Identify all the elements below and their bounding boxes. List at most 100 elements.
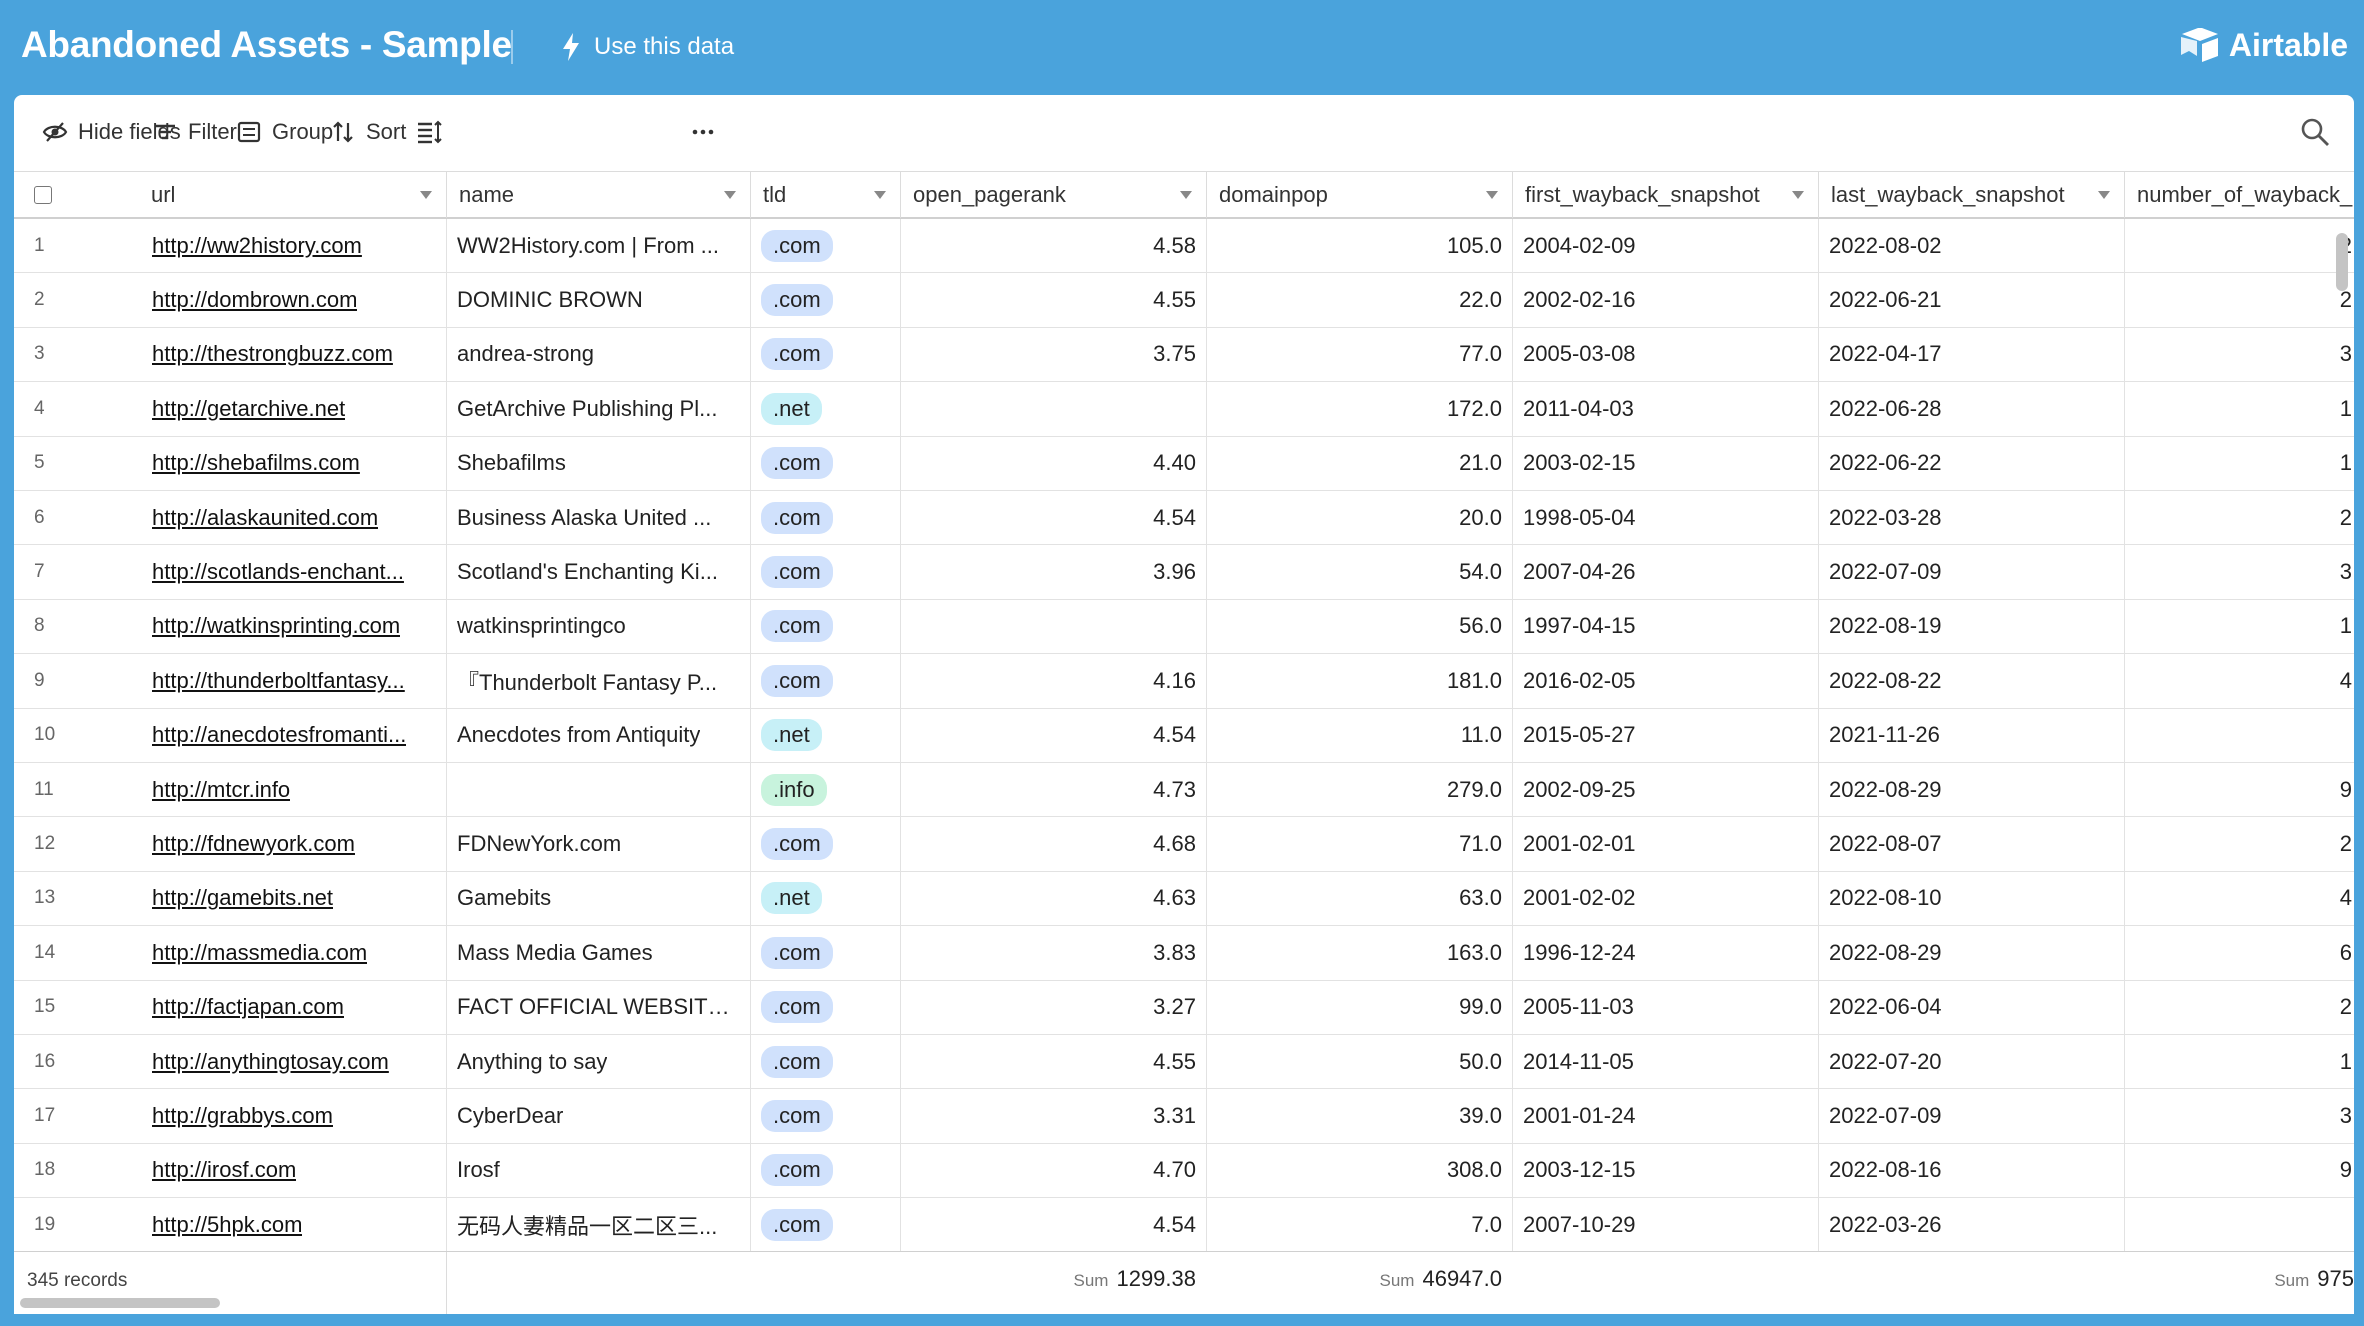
domainpop-cell[interactable]: 163.0 [1207,926,1513,980]
open-pagerank-cell[interactable]: 4.55 [901,273,1207,327]
name-cell[interactable]: FACT OFFICIAL WEBSITE... [447,980,751,1034]
last-wayback-cell[interactable]: 2022-06-04 [1819,980,2125,1034]
url-cell[interactable]: http://irosf.com [139,1143,447,1198]
first-wayback-cell[interactable]: 2016-02-05 [1513,654,1819,708]
url-link[interactable]: http://ww2history.com [152,233,362,259]
last-wayback-cell[interactable]: 2022-07-20 [1819,1035,2125,1089]
url-link[interactable]: http://thunderboltfantasy... [152,668,405,694]
open-pagerank-cell[interactable]: 4.70 [901,1143,1207,1198]
tld-cell[interactable]: .com [751,980,901,1034]
open-pagerank-cell[interactable] [901,599,1207,654]
number-of-wayback-cell[interactable]: 3 [2125,1089,2354,1142]
table-row[interactable]: 1 http://ww2history.com WW2History.com | F… [14,219,2354,274]
table-row[interactable]: 14 http://massmedia.com Mass Media Games .c… [14,926,2354,981]
open-pagerank-cell[interactable]: 4.54 [901,1198,1207,1251]
last-wayback-cell[interactable]: 2021-11-26 [1819,708,2125,762]
wayback-count-sum[interactable]: Sum 975 [2274,1266,2354,1292]
url-cell[interactable]: http://alaskaunited.com [139,491,447,545]
number-of-wayback-cell[interactable]: 2 [2125,273,2354,326]
column-header-name[interactable]: name [447,172,751,218]
pagerank-sum[interactable]: Sum 1299.38 [1074,1266,1197,1292]
chevron-down-icon[interactable] [1486,191,1498,199]
open-pagerank-cell[interactable]: 4.16 [901,654,1207,708]
tld-cell[interactable]: .com [751,1198,901,1251]
domainpop-cell[interactable]: 54.0 [1207,545,1513,599]
table-row[interactable]: 12 http://fdnewyork.com FDNewYork.com .com 4… [14,817,2354,872]
first-wayback-cell[interactable]: 2003-12-15 [1513,1143,1819,1198]
domainpop-cell[interactable]: 99.0 [1207,980,1513,1034]
table-row[interactable]: 7 http://scotlands-enchant... Scotland's E… [14,545,2354,600]
column-header-number-of-wayback[interactable]: number_of_wayback_ [2125,172,2354,218]
url-cell[interactable]: http://thestrongbuzz.com [139,327,447,382]
domainpop-cell[interactable]: 20.0 [1207,491,1513,545]
name-cell[interactable]: 无码人妻精品一区二区三... [447,1198,751,1251]
table-row[interactable]: 3 http://thestrongbuzz.com andrea-strong .c… [14,327,2354,383]
url-link[interactable]: http://anecdotesfromanti... [152,722,406,748]
url-cell[interactable]: http://mtcr.info [139,763,447,817]
last-wayback-cell[interactable]: 2022-03-28 [1819,491,2125,545]
open-pagerank-cell[interactable]: 3.27 [901,980,1207,1034]
last-wayback-cell[interactable]: 2022-03-26 [1819,1198,2125,1251]
name-cell[interactable]: watkinsprintingco [447,599,751,654]
url-link[interactable]: http://gamebits.net [152,885,333,911]
url-link[interactable]: http://getarchive.net [152,396,345,422]
domainpop-cell[interactable]: 71.0 [1207,817,1513,871]
url-link[interactable]: http://thestrongbuzz.com [152,341,393,367]
first-wayback-cell[interactable]: 2005-11-03 [1513,980,1819,1034]
last-wayback-cell[interactable]: 2022-08-10 [1819,871,2125,926]
number-of-wayback-cell[interactable]: 2 [2125,981,2354,1034]
column-header-domainpop[interactable]: domainpop [1207,172,1513,218]
table-row[interactable]: 13 http://gamebits.net Gamebits .net 4.63 63.… [14,871,2354,927]
url-link[interactable]: http://alaskaunited.com [152,505,378,531]
name-cell[interactable]: Irosf [447,1143,751,1198]
name-cell[interactable]: Anything to say [447,1035,751,1089]
tld-cell[interactable]: .net [751,708,901,762]
first-wayback-cell[interactable]: 2015-05-27 [1513,708,1819,762]
table-row[interactable]: 2 http://dombrown.com DOMINIC BROWN .com 4.5… [14,273,2354,328]
table-row[interactable]: 8 http://watkinsprinting.com watkinsprinti… [14,599,2354,655]
chevron-down-icon[interactable] [724,191,736,199]
chevron-down-icon[interactable] [420,191,432,199]
number-of-wayback-cell[interactable]: 2 [2125,219,2354,272]
name-cell[interactable]: andrea-strong [447,327,751,382]
last-wayback-cell[interactable]: 2022-04-17 [1819,327,2125,382]
url-link[interactable]: http://scotlands-enchant... [152,559,404,585]
number-of-wayback-cell[interactable]: 4 [2125,654,2354,707]
tld-cell[interactable]: .com [751,436,901,490]
first-wayback-cell[interactable]: 2001-02-01 [1513,817,1819,871]
last-wayback-cell[interactable]: 2022-06-22 [1819,436,2125,490]
domainpop-cell[interactable]: 172.0 [1207,382,1513,436]
horizontal-scrollbar[interactable] [20,1298,220,1308]
domainpop-cell[interactable]: 308.0 [1207,1143,1513,1198]
column-header-last-wayback[interactable]: last_wayback_snapshot [1819,172,2125,218]
url-cell[interactable]: http://thunderboltfantasy... [139,654,447,708]
tld-cell[interactable]: .com [751,1143,901,1198]
url-cell[interactable]: http://ww2history.com [139,219,447,273]
tld-cell[interactable]: .com [751,273,901,327]
last-wayback-cell[interactable]: 2022-08-22 [1819,654,2125,708]
url-cell[interactable]: http://5hpk.com [139,1198,447,1251]
column-header-first-wayback[interactable]: first_wayback_snapshot [1513,172,1819,218]
open-pagerank-cell[interactable]: 4.68 [901,817,1207,871]
name-cell[interactable]: WW2History.com | From ... [447,219,751,273]
domainpop-cell[interactable]: 7.0 [1207,1198,1513,1251]
number-of-wayback-cell[interactable]: 9 [2125,763,2354,816]
name-cell[interactable]: GetArchive Publishing Pl... [447,382,751,436]
url-link[interactable]: http://mtcr.info [152,777,290,803]
url-link[interactable]: http://watkinsprinting.com [152,613,400,639]
first-wayback-cell[interactable]: 2004-02-09 [1513,219,1819,273]
tld-cell[interactable]: .com [751,219,901,273]
open-pagerank-cell[interactable]: 4.55 [901,1035,1207,1089]
first-wayback-cell[interactable]: 2005-03-08 [1513,327,1819,382]
number-of-wayback-cell[interactable]: 6 [2125,926,2354,979]
url-cell[interactable]: http://factjapan.com [139,980,447,1034]
last-wayback-cell[interactable]: 2022-08-19 [1819,599,2125,654]
url-link[interactable]: http://5hpk.com [152,1212,302,1238]
number-of-wayback-cell[interactable]: 1 [2125,437,2354,490]
chevron-down-icon[interactable] [1792,191,1804,199]
number-of-wayback-cell[interactable]: 1 [2125,600,2354,653]
domainpop-cell[interactable]: 105.0 [1207,219,1513,273]
chevron-down-icon[interactable] [874,191,886,199]
number-of-wayback-cell[interactable] [2125,1198,2354,1251]
last-wayback-cell[interactable]: 2022-08-02 [1819,219,2125,273]
